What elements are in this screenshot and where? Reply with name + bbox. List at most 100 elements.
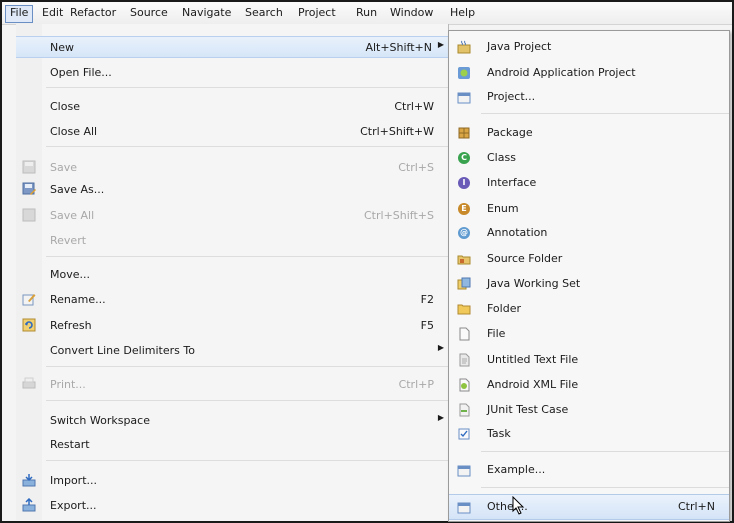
menu-run[interactable]: Run bbox=[352, 5, 381, 21]
submenu-item-label: Interface bbox=[487, 176, 537, 189]
menu-item-label: Convert Line Delimiters To bbox=[50, 344, 195, 357]
menu-item-shortcut: Alt+Shift+N bbox=[365, 41, 432, 54]
menu-item-label: Save bbox=[50, 161, 78, 174]
menu-item-shortcut: Ctrl+W bbox=[394, 100, 434, 113]
menu-separator bbox=[46, 460, 448, 461]
menu-item-import[interactable]: Import... bbox=[16, 470, 448, 492]
submenu-item-untitled-text-file[interactable]: Untitled Text File bbox=[449, 348, 729, 372]
source-folder-icon bbox=[457, 252, 471, 266]
menu-item-shortcut: F2 bbox=[420, 293, 434, 306]
submenu-item-source-folder[interactable]: Source Folder bbox=[449, 247, 729, 271]
mouse-pointer-icon bbox=[512, 496, 525, 515]
submenu-item-label: Annotation bbox=[487, 226, 548, 239]
menu-item-move[interactable]: Move... bbox=[16, 264, 448, 286]
menu-item-label: Restart bbox=[50, 438, 90, 451]
menu-edit[interactable]: Edit bbox=[38, 5, 67, 21]
submenu-separator bbox=[481, 451, 729, 452]
submenu-item-android-application-project[interactable]: Android Application Project bbox=[449, 61, 729, 85]
submenu-item-label: Java Project bbox=[487, 40, 552, 53]
menu-item-label: Save All bbox=[50, 209, 95, 222]
save-as-icon bbox=[22, 182, 36, 196]
menu-item-label: Move... bbox=[50, 268, 90, 281]
save-all-icon bbox=[22, 208, 36, 222]
folder-icon bbox=[457, 302, 471, 316]
submenu-item-annotation[interactable]: @ Annotation bbox=[449, 221, 729, 245]
file-menu: New Alt+Shift+N ▶ Open File... Close Ctr… bbox=[16, 24, 449, 520]
submenu-item-package[interactable]: Package bbox=[449, 121, 729, 145]
annotation-icon: @ bbox=[458, 227, 470, 239]
submenu-arrow-icon: ▶ bbox=[437, 40, 444, 49]
menu-item-new[interactable]: New Alt+Shift+N ▶ bbox=[16, 36, 448, 58]
print-icon bbox=[22, 377, 36, 391]
refresh-icon bbox=[22, 318, 36, 332]
menu-item-open-file[interactable]: Open File... bbox=[16, 62, 448, 84]
task-icon bbox=[457, 427, 471, 441]
export-icon bbox=[22, 497, 36, 512]
menu-item-save-as[interactable]: Save As... bbox=[16, 179, 448, 201]
menu-file[interactable]: File bbox=[5, 5, 34, 23]
submenu-item-file[interactable]: File bbox=[449, 322, 729, 346]
menu-source[interactable]: Source bbox=[126, 5, 172, 21]
submenu-item-class[interactable]: C Class bbox=[449, 146, 729, 170]
submenu-arrow-icon: ▶ bbox=[437, 343, 444, 352]
menu-item-label: Export... bbox=[50, 499, 97, 512]
submenu-item-android-xml-file[interactable]: Android XML File bbox=[449, 373, 729, 397]
menu-item-export[interactable]: Export... bbox=[16, 495, 448, 517]
menu-item-shortcut: Ctrl+S bbox=[398, 161, 434, 174]
submenu-item-label: File bbox=[487, 327, 506, 340]
file-icon bbox=[457, 327, 471, 341]
menu-item-label: Save As... bbox=[50, 183, 105, 196]
submenu-item-java-project[interactable]: Java Project bbox=[449, 35, 729, 59]
menu-item-label: Print... bbox=[50, 378, 86, 391]
menu-separator bbox=[46, 256, 448, 257]
menu-item-refresh[interactable]: Refresh F5 bbox=[16, 315, 448, 337]
working-set-icon bbox=[457, 277, 471, 291]
menu-window[interactable]: Window bbox=[386, 5, 437, 21]
menu-item-close-all[interactable]: Close All Ctrl+Shift+W bbox=[16, 121, 448, 143]
submenu-item-label: Enum bbox=[487, 202, 519, 215]
submenu-item-java-working-set[interactable]: Java Working Set bbox=[449, 272, 729, 296]
submenu-item-example[interactable]: Example... bbox=[449, 458, 729, 482]
menu-item-switch-workspace[interactable]: Switch Workspace ▶ bbox=[16, 410, 448, 432]
interface-icon: I bbox=[457, 176, 471, 190]
menu-item-rename[interactable]: Rename... F2 bbox=[16, 289, 448, 311]
menu-refactor[interactable]: Refactor bbox=[66, 5, 120, 21]
menu-navigate[interactable]: Navigate bbox=[178, 5, 235, 21]
menu-separator bbox=[46, 400, 448, 401]
new-submenu: Java Project Android Application Project… bbox=[448, 30, 730, 522]
submenu-separator bbox=[481, 487, 729, 488]
submenu-item-label: Android XML File bbox=[487, 378, 579, 391]
junit-icon bbox=[457, 403, 471, 417]
menu-item-save: Save Ctrl+S bbox=[16, 157, 448, 179]
submenu-item-interface[interactable]: I Interface bbox=[449, 171, 729, 195]
other-icon bbox=[457, 500, 471, 514]
submenu-item-folder[interactable]: Folder bbox=[449, 297, 729, 321]
menu-item-label: Close All bbox=[50, 125, 98, 138]
menu-item-label: Switch Workspace bbox=[50, 414, 150, 427]
menu-item-convert-line-delimiters[interactable]: Convert Line Delimiters To ▶ bbox=[16, 340, 448, 362]
menu-help[interactable]: Help bbox=[446, 5, 479, 21]
android-project-icon bbox=[457, 66, 471, 80]
submenu-item-label: Untitled Text File bbox=[487, 353, 579, 366]
menu-item-shortcut: Ctrl+P bbox=[398, 378, 434, 391]
submenu-item-label: Task bbox=[487, 427, 511, 440]
menu-bar: File Edit Refactor Source Navigate Searc… bbox=[2, 2, 732, 25]
project-icon bbox=[457, 90, 471, 104]
submenu-item-task[interactable]: Task bbox=[449, 422, 729, 446]
menu-item-restart[interactable]: Restart bbox=[16, 434, 448, 456]
submenu-item-junit-test-case[interactable]: JUnit Test Case bbox=[449, 398, 729, 422]
menu-separator bbox=[46, 87, 448, 88]
submenu-item-project[interactable]: Project... bbox=[449, 85, 729, 109]
import-icon bbox=[22, 473, 36, 487]
menu-item-revert: Revert bbox=[16, 230, 448, 252]
menu-item-label: Close bbox=[50, 100, 80, 113]
submenu-item-enum[interactable]: E Enum bbox=[449, 197, 729, 221]
menu-item-close[interactable]: Close Ctrl+W bbox=[16, 96, 448, 118]
menu-project[interactable]: Project bbox=[294, 5, 340, 21]
menu-item-shortcut: Ctrl+Shift+W bbox=[360, 125, 434, 138]
menu-search[interactable]: Search bbox=[241, 5, 287, 21]
submenu-item-other[interactable]: Other... Ctrl+N bbox=[449, 494, 729, 520]
menu-item-save-all: Save All Ctrl+Shift+S bbox=[16, 205, 448, 227]
submenu-item-label: JUnit Test Case bbox=[487, 403, 569, 416]
submenu-item-label: Class bbox=[487, 151, 516, 164]
